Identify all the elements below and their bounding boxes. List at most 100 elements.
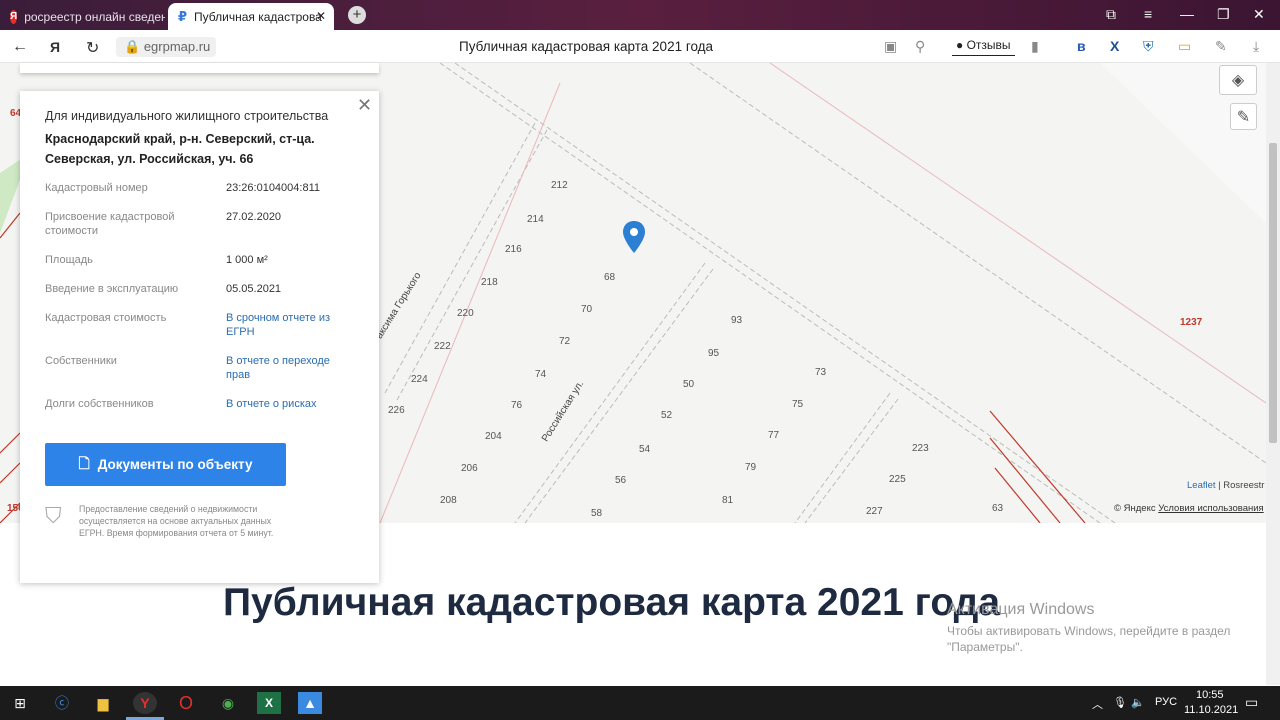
microphone-icon[interactable]: 🎙 bbox=[1113, 696, 1127, 709]
risk-report-link[interactable]: В отчете о рисках bbox=[226, 397, 356, 411]
row-key: Долги собственников bbox=[45, 398, 154, 410]
tab-label: росреестр онлайн сведен bbox=[24, 9, 165, 24]
parcel-label: 58 bbox=[591, 508, 603, 519]
extensions-icon[interactable]: ▣ bbox=[884, 38, 897, 55]
notifications-icon[interactable]: ▭ bbox=[1245, 694, 1258, 711]
x-extension-icon[interactable]: X bbox=[1110, 38, 1119, 54]
page-title: Публичная кадастровая карта 2021 года bbox=[459, 39, 714, 54]
clock-time[interactable]: 10:55 bbox=[1196, 689, 1224, 701]
parcel-label: 223 bbox=[912, 443, 929, 454]
vk-icon[interactable]: в bbox=[1077, 38, 1086, 54]
parcel-label: 208 bbox=[440, 495, 457, 506]
ownership-report-link[interactable]: В отчете о переходе прав bbox=[226, 354, 356, 382]
opera-icon[interactable]: O bbox=[174, 692, 198, 714]
clock-date[interactable]: 11.10.2021 bbox=[1184, 704, 1238, 716]
parcel-label: 222 bbox=[434, 341, 451, 352]
row-key: Собственники bbox=[45, 355, 117, 367]
watermark-title: Активация Windows bbox=[947, 601, 1095, 618]
layers-icon[interactable]: ◈ bbox=[1219, 65, 1257, 95]
parcel-label: 220 bbox=[457, 308, 474, 319]
leaflet-link[interactable]: Leaflet bbox=[1187, 480, 1216, 491]
menu-icon[interactable]: ≡ bbox=[1144, 6, 1152, 22]
cortana-icon[interactable]: ⓒ bbox=[50, 692, 74, 714]
page-scrollbar[interactable] bbox=[1266, 63, 1280, 685]
row-key: Введение в эксплуатацию bbox=[45, 283, 179, 295]
tray-chevron-icon[interactable]: ︿ bbox=[1092, 696, 1103, 712]
close-tab-icon[interactable]: ✕ bbox=[316, 9, 326, 23]
parcel-label: 225 bbox=[889, 474, 906, 485]
parcel-label: 81 bbox=[722, 495, 734, 506]
download-icon[interactable]: ⤓ bbox=[1253, 38, 1259, 55]
yandex-icon: Я bbox=[10, 9, 18, 24]
secure-document-icon: ⛉ bbox=[45, 503, 62, 528]
row-value: 23:26:0104004:811 bbox=[226, 182, 320, 194]
collections-icon[interactable]: ⧉ bbox=[1106, 6, 1116, 23]
excel-icon[interactable]: X bbox=[257, 692, 281, 714]
parcel-label: 226 bbox=[388, 405, 405, 416]
restore-icon[interactable]: ❐ bbox=[1217, 6, 1230, 23]
ruler-icon[interactable]: ✎ bbox=[1230, 103, 1257, 130]
map-marker-icon[interactable] bbox=[623, 221, 645, 253]
row-value: 05.05.2021 bbox=[226, 283, 282, 295]
documents-button[interactable]: 🗋 Документы по объекту bbox=[45, 443, 286, 486]
parcel-label: 212 bbox=[551, 180, 568, 191]
terms-link[interactable]: Условия использования bbox=[1158, 503, 1263, 514]
parcel-label: 75 bbox=[792, 399, 804, 410]
location-icon[interactable]: ⚲ bbox=[915, 38, 925, 55]
photos-icon[interactable]: ▲ bbox=[298, 692, 322, 714]
url-field[interactable]: 🔒 egrpmap.ru bbox=[116, 37, 216, 57]
file-explorer-icon[interactable]: ▆ bbox=[91, 692, 115, 714]
parcel-label: 227 bbox=[866, 506, 883, 517]
urgent-report-link[interactable]: В срочном отчете из ЕГРН bbox=[226, 311, 356, 339]
yandex-home-icon[interactable]: Я bbox=[50, 39, 60, 55]
battery-icon[interactable]: ▭ bbox=[1178, 38, 1191, 55]
vpn-icon[interactable]: ⛨ bbox=[1143, 38, 1154, 55]
rosreestr-attribution: Rosreestr bbox=[1223, 480, 1265, 491]
parcel-type: Для индивидуального жилищного строительс… bbox=[45, 109, 329, 123]
reviews-button[interactable]: ● Отзывы bbox=[952, 36, 1015, 56]
parcel-label: 52 bbox=[661, 410, 673, 421]
new-tab-button[interactable]: + bbox=[348, 6, 366, 24]
row-key: Присвоение кадастровой стоимости bbox=[45, 211, 175, 237]
parcel-label: 93 bbox=[731, 315, 743, 326]
parcel-label: 50 bbox=[683, 379, 695, 390]
language-indicator[interactable]: РУС bbox=[1155, 696, 1177, 708]
url-text: egrpmap.ru bbox=[143, 39, 211, 54]
tab-cadastral-map[interactable]: ₽ Публичная кадастрова ✕ bbox=[168, 3, 334, 30]
parcel-label: 68 bbox=[604, 272, 616, 283]
parcel-info-card: ✕ Для индивидуального жилищного строител… bbox=[20, 91, 379, 583]
parcel-label: 70 bbox=[581, 304, 593, 315]
yandex-browser-icon[interactable]: Y bbox=[133, 692, 157, 714]
parcel-label: 214 bbox=[527, 214, 544, 225]
feed-icon[interactable]: ✎ bbox=[1215, 38, 1227, 55]
windows-taskbar: ⊞ ⓒ ▆ Y O ◉ X ▲ ︿ 🎙 🔈 РУС 10:55 11.10.20… bbox=[0, 686, 1280, 720]
page-heading: Публичная кадастровая карта 2021 года bbox=[223, 581, 1001, 624]
yandex-copyright: © Яндекс bbox=[1114, 503, 1156, 514]
tab-rosreestr[interactable]: Я росреестр онлайн сведен bbox=[0, 3, 165, 30]
chrome-icon[interactable]: ◉ bbox=[216, 692, 240, 714]
row-value: 27.02.2020 bbox=[226, 211, 282, 223]
scrollbar-thumb[interactable] bbox=[1269, 143, 1277, 443]
minimize-icon[interactable]: — bbox=[1180, 6, 1194, 22]
tab-label: Публичная кадастрова bbox=[194, 9, 322, 24]
bookmark-icon[interactable]: ▮ bbox=[1031, 38, 1039, 55]
parcel-label: 77 bbox=[768, 430, 780, 441]
parcel-label: 72 bbox=[559, 336, 571, 347]
windows-activation-watermark: Активация Windows Чтобы активировать Win… bbox=[947, 601, 1280, 655]
close-card-icon[interactable]: ✕ bbox=[357, 95, 372, 116]
close-window-icon[interactable]: ✕ bbox=[1253, 6, 1265, 23]
volume-icon[interactable]: 🔈 bbox=[1131, 696, 1145, 709]
parcel-label: 204 bbox=[485, 431, 502, 442]
parcel-label: 73 bbox=[815, 367, 827, 378]
parcel-label: 79 bbox=[745, 462, 757, 473]
windows-start-icon[interactable]: ⊞ bbox=[8, 692, 32, 714]
reload-icon[interactable]: ↻ bbox=[86, 38, 99, 58]
back-icon[interactable]: ← bbox=[12, 38, 28, 56]
browser-tabbar: Я росреестр онлайн сведен ₽ Публичная ка… bbox=[0, 0, 1280, 30]
row-value: 1 000 м² bbox=[226, 254, 268, 266]
parcel-label: 54 bbox=[639, 444, 651, 455]
address-bar: ← Я ↻ 🔒 egrpmap.ru Публичная кадастровая… bbox=[0, 30, 1280, 63]
row-key: Кадастровый номер bbox=[45, 182, 148, 194]
panel-above bbox=[20, 63, 379, 73]
parcel-label: 216 bbox=[505, 244, 522, 255]
